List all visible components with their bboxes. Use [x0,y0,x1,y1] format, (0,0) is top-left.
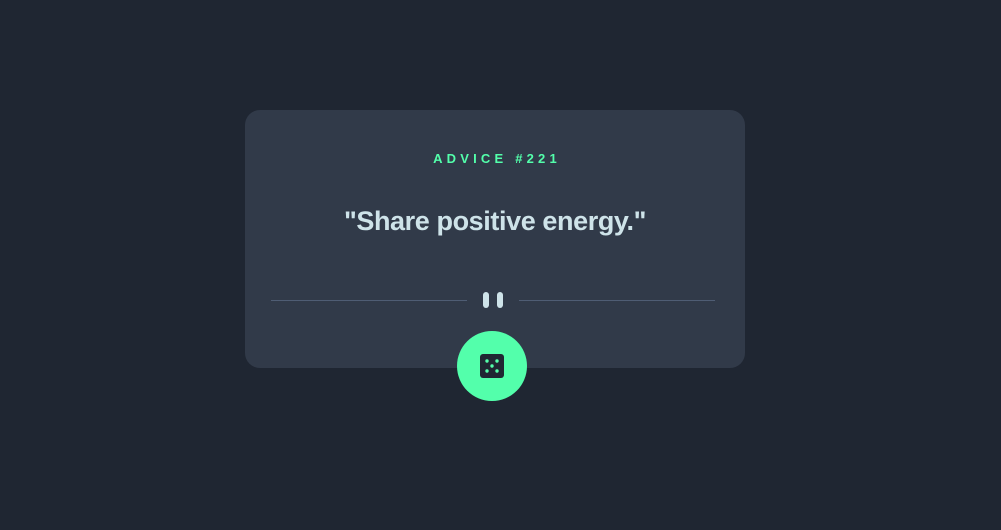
divider-line-left [271,300,467,301]
divider [271,292,715,308]
pause-icon [483,292,503,308]
new-advice-button[interactable] [457,331,527,401]
pause-bar-right [497,292,503,308]
advice-id: ADVICE #221 [433,151,561,166]
advice-quote: "Share positive energy." [343,206,647,236]
divider-line-right [519,300,715,301]
advice-card: ADVICE #221 "Share positive energy." [245,110,745,368]
pause-bar-left [483,292,489,308]
dice-icon [480,354,504,378]
